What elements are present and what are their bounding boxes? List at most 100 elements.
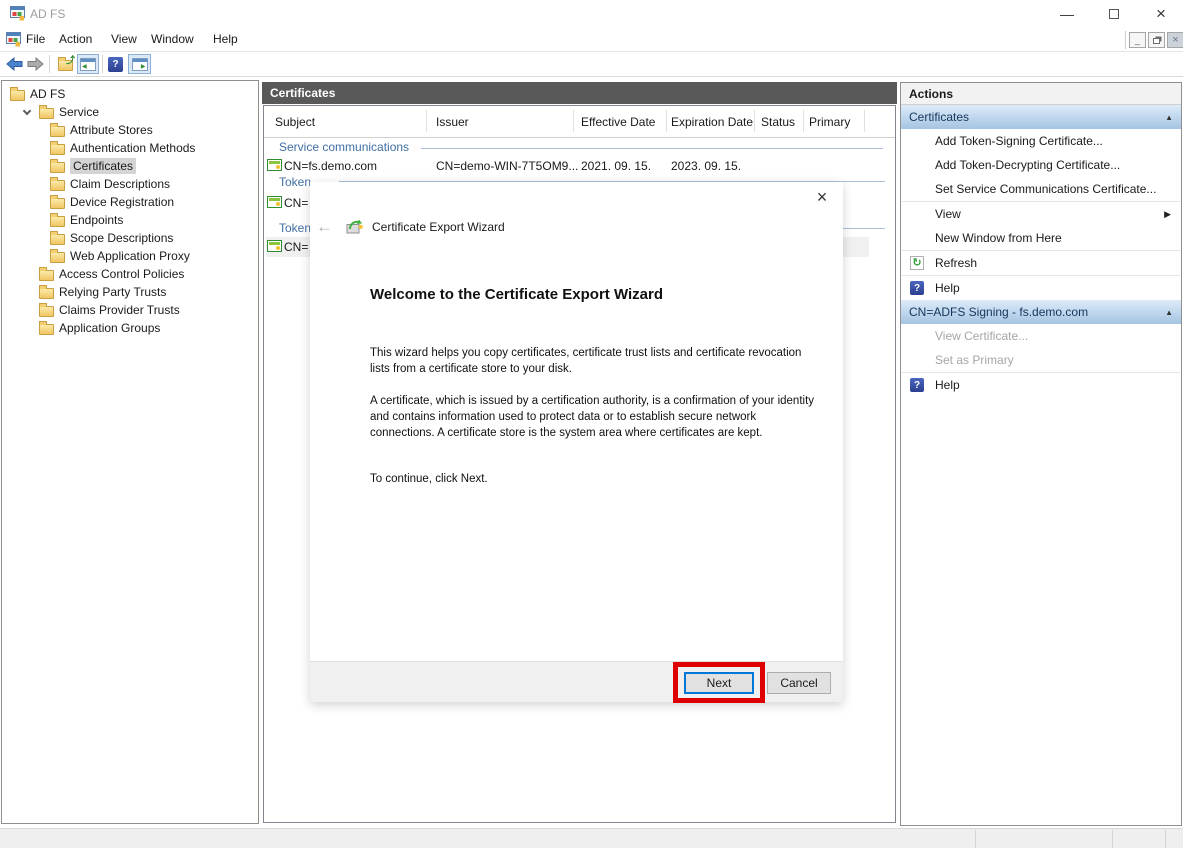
menu-window[interactable]: Window — [151, 32, 194, 46]
section-header-label: Certificates — [909, 110, 1165, 124]
tree-item-attribute-stores[interactable]: Attribute Stores — [2, 121, 258, 139]
cell-subject[interactable]: CN= — [284, 240, 308, 254]
column-divider[interactable] — [666, 110, 667, 132]
tree-item-endpoints[interactable]: Endpoints — [2, 211, 258, 229]
group-service-communications: Service communications — [279, 140, 409, 154]
tree-item-certificates[interactable]: Certificates — [2, 157, 258, 175]
action-add-token-decrypting-certificate[interactable]: Add Token-Decrypting Certificate... — [901, 153, 1181, 177]
column-divider[interactable] — [803, 110, 804, 132]
column-header-primary[interactable]: Primary — [809, 115, 850, 129]
folder-icon — [39, 288, 54, 299]
tree-item-label: Web Application Proxy — [70, 249, 190, 263]
action-help-2[interactable]: ? Help — [901, 373, 1181, 397]
close-button[interactable]: × — [1144, 2, 1178, 26]
divider — [1112, 830, 1113, 848]
up-arrow-icon: ⤴ — [66, 53, 75, 66]
certificate-export-wizard-icon — [346, 218, 364, 237]
next-button[interactable]: Next — [684, 672, 754, 694]
action-set-service-communications-certificate[interactable]: Set Service Communications Certificate..… — [901, 177, 1181, 201]
cell-subject[interactable]: CN=fs.demo.com — [284, 159, 377, 173]
tree-item-claims-provider-trusts[interactable]: Claims Provider Trusts — [2, 301, 258, 319]
column-divider[interactable] — [864, 110, 865, 132]
tree-item-application-groups[interactable]: Application Groups — [2, 319, 258, 337]
folder-icon — [50, 180, 65, 191]
tree-item-authentication-methods[interactable]: Authentication Methods — [2, 139, 258, 157]
column-divider[interactable] — [573, 110, 574, 132]
column-divider[interactable] — [754, 110, 755, 132]
folder-icon — [39, 306, 54, 317]
column-header-issuer[interactable]: Issuer — [436, 115, 469, 129]
export-list-button[interactable]: ⤴ — [55, 54, 75, 74]
tree-item-relying-party-trusts[interactable]: Relying Party Trusts — [2, 283, 258, 301]
dialog-close-button[interactable]: × — [809, 186, 835, 208]
action-view-certificate[interactable]: View Certificate... — [901, 324, 1181, 348]
show-console-tree-button[interactable]: ◀ — [77, 54, 99, 74]
menu-view[interactable]: View — [111, 32, 137, 46]
menu-file[interactable]: File — [26, 32, 45, 46]
column-divider[interactable] — [426, 110, 427, 132]
cell-subject[interactable]: CN= — [284, 196, 308, 210]
column-header-expiration-date[interactable]: Expiration Date — [671, 115, 753, 129]
column-header-status[interactable]: Status — [761, 115, 795, 129]
child-close-button[interactable]: × — [1167, 32, 1183, 48]
action-help[interactable]: ? Help — [901, 276, 1181, 300]
collapse-icon[interactable]: ▲ — [1165, 308, 1173, 317]
actions-section-certificates[interactable]: Certificates ▲ — [901, 105, 1181, 129]
action-set-as-primary[interactable]: Set as Primary — [901, 348, 1181, 372]
menu-help[interactable]: Help — [213, 32, 238, 46]
cell-effective-date: 2021. 09. 15. — [581, 159, 651, 173]
actions-panel-title: Actions — [901, 83, 1181, 105]
maximize-icon — [1109, 9, 1119, 19]
wizard-paragraph: A certificate, which is issued by a cert… — [370, 393, 818, 441]
window-title: AD FS — [30, 7, 65, 21]
divider — [1165, 830, 1166, 848]
results-pane-title: Certificates — [270, 86, 335, 100]
tree-item-label: Attribute Stores — [70, 123, 153, 137]
column-header-subject[interactable]: Subject — [275, 115, 315, 129]
tree-item-device-registration[interactable]: Device Registration — [2, 193, 258, 211]
action-add-token-signing-certificate[interactable]: Add Token-Signing Certificate... — [901, 129, 1181, 153]
tree-item-web-application-proxy[interactable]: Web Application Proxy — [2, 247, 258, 265]
chevron-down-icon[interactable] — [20, 105, 34, 119]
folder-icon — [50, 144, 65, 155]
dialog-footer — [310, 661, 843, 702]
actions-panel: Actions Certificates ▲ Add Token-Signing… — [900, 82, 1182, 826]
wizard-heading: Welcome to the Certificate Export Wizard — [370, 286, 810, 303]
forward-button[interactable] — [26, 54, 45, 74]
restore-icon — [1153, 38, 1160, 44]
cancel-button[interactable]: Cancel — [767, 672, 831, 694]
action-view[interactable]: View ▶ — [901, 202, 1181, 226]
action-new-window-from-here[interactable]: New Window from Here — [901, 226, 1181, 250]
child-minimize-button[interactable]: _ — [1129, 32, 1146, 48]
action-pane-icon: ▶ — [132, 58, 148, 71]
help-icon: ? — [910, 281, 924, 295]
tree-item-scope-descriptions[interactable]: Scope Descriptions — [2, 229, 258, 247]
show-action-pane-button[interactable]: ▶ — [128, 54, 151, 74]
minimize-button[interactable]: — — [1050, 2, 1084, 26]
tree-item-claim-descriptions[interactable]: Claim Descriptions — [2, 175, 258, 193]
action-refresh[interactable]: ↻ Refresh — [901, 251, 1181, 275]
menu-action[interactable]: Action — [59, 32, 92, 46]
toolbar: ⤴ ◀ ? ▶ — [0, 52, 1183, 77]
folder-icon — [39, 270, 54, 281]
maximize-button[interactable] — [1097, 2, 1131, 26]
column-header-effective-date[interactable]: Effective Date — [581, 115, 655, 129]
collapse-icon[interactable]: ▲ — [1165, 113, 1173, 122]
action-label: Refresh — [935, 256, 977, 270]
divider — [1125, 31, 1126, 49]
tree-item-access-control-policies[interactable]: Access Control Policies — [2, 265, 258, 283]
results-pane-header: Certificates — [262, 82, 897, 104]
actions-section-adfs-signing[interactable]: CN=ADFS Signing - fs.demo.com ▲ — [901, 300, 1181, 324]
tree-item-label: Claims Provider Trusts — [59, 303, 180, 317]
folder-icon — [39, 324, 54, 335]
tree-item-service[interactable]: Service — [2, 103, 258, 121]
folder-icon — [10, 90, 25, 101]
help-button[interactable]: ? — [106, 54, 125, 74]
help-icon: ? — [910, 378, 924, 392]
tree-item-label: Scope Descriptions — [70, 231, 173, 245]
child-restore-button[interactable] — [1148, 32, 1165, 48]
back-button[interactable] — [5, 54, 24, 74]
back-arrow-icon[interactable]: ← — [316, 217, 332, 237]
tree-item-adfs[interactable]: AD FS — [2, 85, 258, 103]
folder-icon — [50, 162, 65, 173]
